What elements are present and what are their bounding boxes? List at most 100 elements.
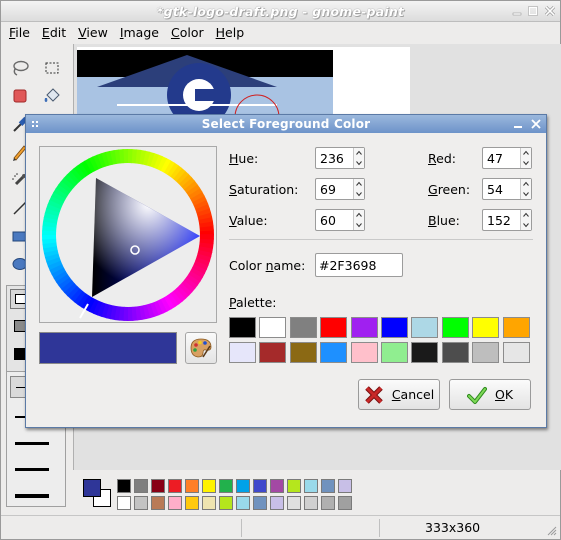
palette-swatch[interactable] [270,496,284,510]
red-value[interactable]: 47 [487,151,503,166]
palette-swatch[interactable] [202,479,216,493]
app-titlebar[interactable]: *gtk-logo-draft.png - gnome-paint [1,1,560,22]
palette-swatch[interactable] [168,496,182,510]
spin-down-icon[interactable] [521,220,531,230]
window-menu-icon[interactable] [32,121,40,127]
hue-ring-segment[interactable] [199,234,214,240]
dialog-palette-swatch[interactable] [229,342,256,363]
dialog-palette-swatch[interactable] [502,342,530,363]
spin-up-icon[interactable] [521,148,531,158]
dialog-palette-swatch[interactable] [502,317,530,338]
dialog-palette-swatch[interactable] [411,317,439,338]
fill-bucket-icon[interactable] [38,83,66,109]
dialog-palette-swatch[interactable] [289,317,317,338]
palette-swatch[interactable] [304,479,318,493]
dialog-minimize-icon[interactable] [511,117,525,131]
value-spinbutton[interactable]: 60 [315,209,365,231]
palette-swatch[interactable] [134,479,148,493]
palette-swatch[interactable] [185,496,199,510]
resize-grip-icon[interactable] [545,524,557,536]
palette-swatch[interactable] [304,496,318,510]
minimize-icon[interactable] [510,4,524,18]
dialog-palette-swatch[interactable] [381,342,408,363]
palette-swatch[interactable] [151,496,165,510]
spin-down-icon[interactable] [521,189,531,199]
hue-ring-triangle[interactable] [40,147,216,322]
dialog-palette-swatch[interactable] [411,342,439,363]
dialog-palette-swatch[interactable] [229,317,256,338]
blue-value[interactable]: 152 [487,213,511,228]
menu-view[interactable]: View [72,23,114,42]
color-name-field[interactable] [315,253,403,277]
palette-swatch[interactable] [321,479,335,493]
dialog-close-icon[interactable] [529,117,543,131]
dialog-palette-swatch[interactable] [350,342,378,363]
dialog-palette-swatch[interactable] [320,317,348,338]
menu-color[interactable]: Color [165,23,210,42]
value-value[interactable]: 60 [320,213,336,228]
dialog-palette-swatch[interactable] [289,342,317,363]
line-width-3[interactable] [15,442,49,445]
palette-swatch[interactable] [117,479,131,493]
color-wheel[interactable] [39,146,217,323]
dialog-palette-swatch[interactable] [472,342,500,363]
saturation-value[interactable]: 69 [320,182,336,197]
palette-swatch[interactable] [117,496,131,510]
palette-swatch[interactable] [338,496,352,510]
dialog-palette-swatch[interactable] [441,317,469,338]
dialog-palette-swatch[interactable] [441,342,469,363]
line-width-5[interactable] [15,494,49,498]
spin-down-icon[interactable] [354,189,364,199]
spin-up-icon[interactable] [354,148,364,158]
ok-button[interactable]: OK [449,379,531,410]
dialog-palette-swatch[interactable] [259,342,287,363]
menu-image[interactable]: Image [114,23,165,42]
hue-spinbutton[interactable]: 236 [315,147,365,169]
red-spinbutton[interactable]: 47 [482,147,532,169]
color-name-input[interactable] [319,257,399,273]
spin-up-icon[interactable] [521,210,531,220]
rect-select-icon[interactable] [38,55,66,81]
palette-swatch[interactable] [202,496,216,510]
palette-swatch[interactable] [287,479,301,493]
palette-swatch[interactable] [236,496,250,510]
spin-up-icon[interactable] [521,179,531,189]
spin-down-icon[interactable] [521,158,531,168]
maximize-icon[interactable] [526,4,540,18]
palette-swatch[interactable] [219,496,233,510]
palette-swatch[interactable] [134,496,148,510]
palette-swatch[interactable] [321,496,335,510]
palette-swatch[interactable] [253,479,267,493]
lasso-select-icon[interactable] [6,55,34,81]
palette-swatch[interactable] [168,479,182,493]
spin-up-icon[interactable] [354,179,364,189]
dialog-palette-swatch[interactable] [381,317,408,338]
dialog-palette-swatch[interactable] [350,317,378,338]
dialog-palette-swatch[interactable] [259,317,287,338]
palette-swatch[interactable] [185,479,199,493]
menu-help[interactable]: Help [210,23,251,42]
eyedropper-button[interactable] [185,332,217,364]
saturation-spinbutton[interactable]: 69 [315,178,365,200]
close-icon[interactable] [543,4,557,18]
menu-edit[interactable]: Edit [36,23,72,42]
green-spinbutton[interactable]: 54 [482,178,532,200]
green-value[interactable]: 54 [487,182,503,197]
dialog-palette-swatch[interactable] [472,317,500,338]
spin-down-icon[interactable] [354,220,364,230]
palette-swatch[interactable] [219,479,233,493]
palette-swatch[interactable] [287,496,301,510]
palette-swatch[interactable] [253,496,267,510]
palette-swatch[interactable] [151,479,165,493]
blue-spinbutton[interactable]: 152 [482,209,532,231]
palette-swatch[interactable] [236,479,250,493]
palette-swatch[interactable] [270,479,284,493]
menu-file[interactable]: File [3,23,36,42]
spin-up-icon[interactable] [354,210,364,220]
spin-down-icon[interactable] [354,158,364,168]
palette-swatch[interactable] [338,479,352,493]
foreground-swatch[interactable] [83,479,101,497]
dialog-palette-swatch[interactable] [320,342,348,363]
hue-value[interactable]: 236 [320,151,344,166]
eraser-icon[interactable] [6,83,34,109]
